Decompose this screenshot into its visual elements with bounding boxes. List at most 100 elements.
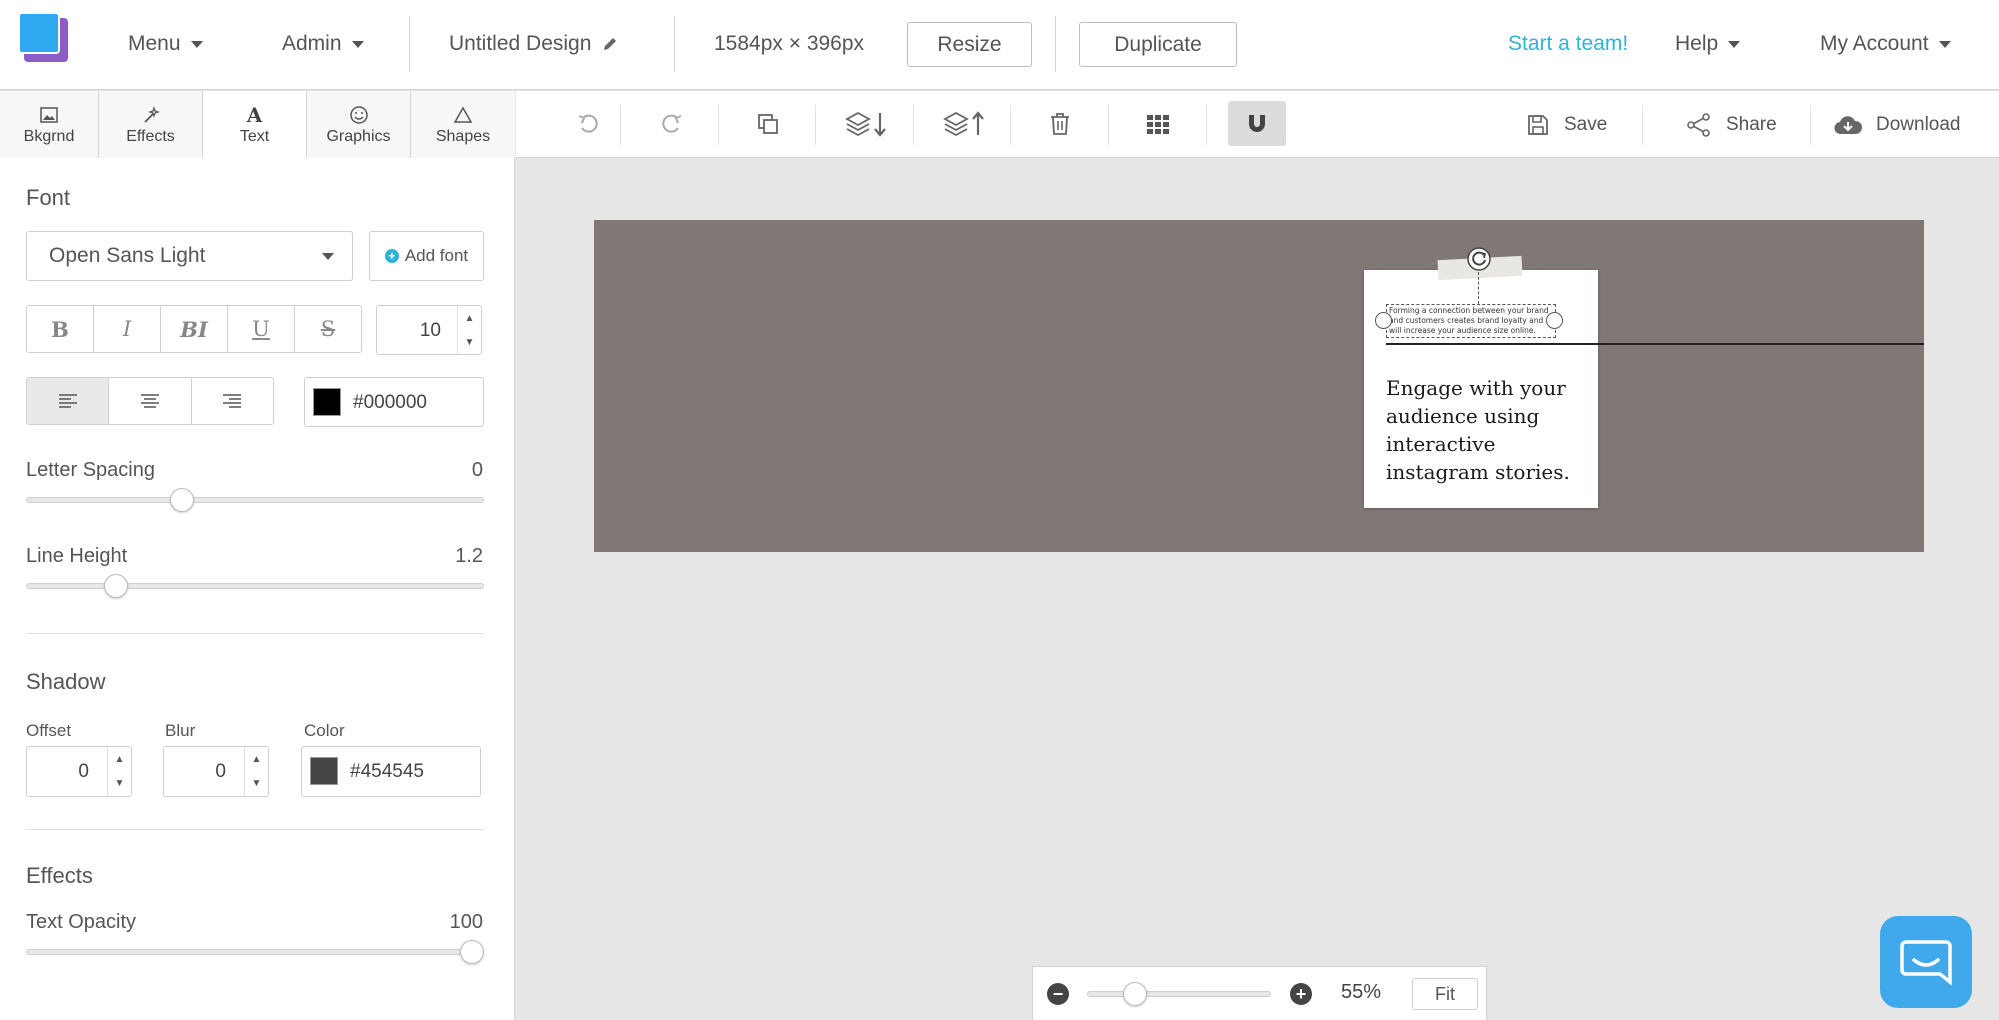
italic-button[interactable]: I — [94, 306, 161, 352]
add-font-button[interactable]: + Add font — [369, 231, 484, 281]
tab-text[interactable]: A Text — [203, 91, 307, 158]
font-family-value: Open Sans Light — [49, 244, 206, 267]
effects-section-title: Effects — [26, 863, 93, 888]
stepper-down-icon[interactable]: ▼ — [458, 330, 481, 354]
zoom-in-icon[interactable]: + — [1290, 983, 1312, 1005]
plus-circle-icon: + — [384, 249, 399, 263]
layers-up-icon — [943, 110, 984, 136]
tab-graphics[interactable]: Graphics — [307, 91, 411, 158]
save-icon — [1528, 114, 1548, 135]
chat-support-button[interactable] — [1880, 916, 1972, 1008]
underline-button[interactable]: U — [228, 306, 295, 352]
admin-dropdown[interactable]: Admin — [282, 0, 364, 88]
tab-label: Text — [239, 127, 270, 145]
top-bar: Menu Admin Untitled Design 1584px × 396p… — [0, 0, 1999, 90]
snap-magnet-button[interactable] — [1228, 101, 1286, 146]
redo-button[interactable] — [642, 101, 702, 146]
font-size-stepper[interactable]: 10 ▲ ▼ — [376, 305, 482, 355]
font-color-picker[interactable]: #000000 — [304, 377, 484, 427]
tab-label: Effects — [126, 127, 175, 145]
text-opacity-thumb[interactable] — [460, 940, 484, 964]
dimensions-text: 1584px × 396px — [714, 32, 865, 55]
divider — [674, 16, 675, 72]
selected-text-element[interactable]: Forming a connection between your brand … — [1386, 304, 1556, 338]
resize-handle-left[interactable] — [1375, 312, 1392, 329]
shadow-offset-stepper[interactable]: 0 ▲ ▼ — [26, 746, 132, 797]
zoom-value: 55% — [1341, 981, 1382, 1003]
stepper-up-icon[interactable]: ▲ — [245, 747, 268, 772]
bold-italic-button[interactable]: BI — [161, 306, 228, 352]
menu-label: Menu — [128, 32, 181, 55]
stepper-arrows[interactable]: ▲ ▼ — [244, 747, 268, 796]
shadow-color-swatch[interactable] — [310, 757, 338, 785]
line-height-value: 1.2 — [455, 545, 483, 567]
stepper-up-icon[interactable]: ▲ — [458, 306, 481, 330]
font-color-swatch[interactable] — [313, 388, 341, 416]
stepper-arrows[interactable]: ▲ ▼ — [107, 747, 131, 796]
align-right-button[interactable] — [192, 378, 273, 424]
zoom-out-icon[interactable]: − — [1047, 983, 1069, 1005]
letter-spacing-slider[interactable] — [26, 497, 484, 503]
shadow-color-picker[interactable]: #454545 — [301, 746, 481, 797]
undo-button[interactable] — [558, 101, 618, 146]
download-label: Download — [1876, 113, 1961, 135]
download-button[interactable]: Download — [1834, 91, 1961, 158]
resize-button[interactable]: Resize — [907, 22, 1032, 67]
bring-forward-button[interactable] — [930, 101, 1000, 146]
app-logo[interactable] — [18, 12, 68, 62]
rotate-icon — [1467, 247, 1491, 271]
zoom-slider[interactable] — [1087, 991, 1271, 997]
divider — [1108, 105, 1109, 145]
stepper-down-icon[interactable]: ▼ — [108, 772, 131, 797]
add-font-label: Add font — [404, 246, 469, 265]
bold-button[interactable]: B — [27, 306, 94, 352]
stepper-arrows[interactable]: ▲ ▼ — [457, 306, 481, 354]
shadow-blur-stepper[interactable]: 0 ▲ ▼ — [163, 746, 269, 797]
text-opacity-label: Text Opacity — [26, 911, 137, 933]
shadow-blur-value: 0 — [215, 761, 226, 782]
grid-button[interactable] — [1128, 101, 1188, 146]
zoom-slider-thumb[interactable] — [1123, 982, 1147, 1006]
tab-shapes[interactable]: Shapes — [411, 91, 515, 158]
text-opacity-slider[interactable] — [26, 949, 484, 955]
share-button[interactable]: Share — [1686, 91, 1777, 158]
copy-button[interactable] — [738, 101, 798, 146]
start-team-link[interactable]: Start a team! — [1508, 0, 1628, 88]
design-title[interactable]: Untitled Design — [449, 0, 619, 88]
chevron-down-icon — [322, 253, 334, 260]
editor-toolbar: Save Share Download — [516, 91, 1999, 158]
rotate-handle[interactable] — [1466, 246, 1492, 272]
align-left-button[interactable] — [27, 378, 110, 424]
headline-text-element[interactable]: Engage with your audience using interact… — [1386, 374, 1596, 486]
duplicate-button[interactable]: Duplicate — [1079, 22, 1237, 67]
text-align-group — [26, 377, 274, 425]
save-button[interactable]: Save — [1526, 91, 1607, 158]
letter-spacing-thumb[interactable] — [170, 488, 194, 512]
align-right-icon — [223, 394, 242, 408]
send-backward-button[interactable] — [832, 101, 902, 146]
shadow-color-value: #454545 — [350, 761, 424, 782]
divider — [1010, 105, 1011, 145]
cloud-download-icon — [1834, 115, 1862, 134]
line-height-slider[interactable] — [26, 583, 484, 589]
help-dropdown[interactable]: Help — [1675, 0, 1741, 88]
stepper-down-icon[interactable]: ▼ — [245, 772, 268, 797]
stepper-up-icon[interactable]: ▲ — [108, 747, 131, 772]
line-height-thumb[interactable] — [104, 574, 128, 598]
resize-handle-right[interactable] — [1546, 312, 1563, 329]
strikethrough-button[interactable]: S — [295, 306, 361, 352]
tab-label: Bkgrnd — [23, 127, 75, 145]
font-family-select[interactable]: Open Sans Light — [26, 231, 353, 281]
fit-button[interactable]: Fit — [1412, 978, 1478, 1010]
chat-bubble-icon — [1900, 940, 1952, 986]
menu-dropdown[interactable]: Menu — [128, 0, 203, 88]
design-canvas[interactable]: Forming a connection between your brand … — [594, 220, 1924, 552]
tab-effects[interactable]: Effects — [99, 91, 203, 158]
account-dropdown[interactable]: My Account — [1820, 0, 1951, 88]
redo-icon — [662, 114, 682, 133]
delete-button[interactable] — [1030, 101, 1090, 146]
align-center-button[interactable] — [109, 378, 192, 424]
shadow-section-title: Shadow — [26, 669, 106, 694]
tab-background[interactable]: Bkgrnd — [0, 91, 99, 158]
paper-note[interactable]: Forming a connection between your brand … — [1364, 247, 1924, 508]
